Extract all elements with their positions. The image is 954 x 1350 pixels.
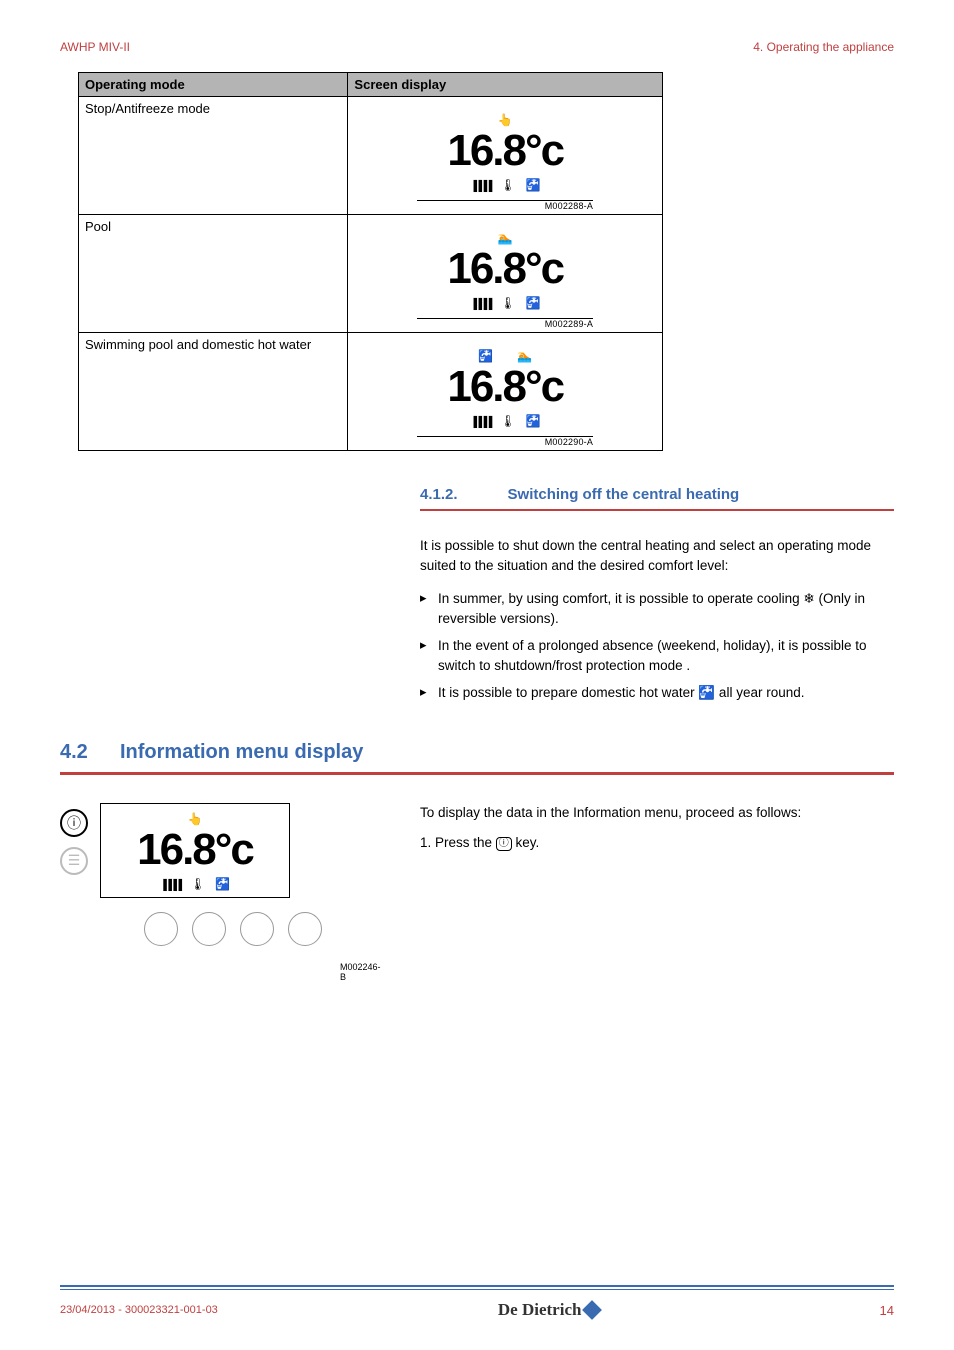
list-item: In the event of a prolonged absence (wee… bbox=[420, 636, 894, 675]
section-title: Information menu display bbox=[120, 741, 363, 764]
info-button-icon: ⓘ bbox=[60, 809, 88, 837]
page-footer: 23/04/2013 - 300023321-001-03 De Dietric… bbox=[60, 1285, 894, 1320]
tap-icon bbox=[215, 876, 230, 891]
brand-logo: De Dietrich bbox=[498, 1300, 600, 1320]
lcd-temperature: 16.8°c bbox=[447, 247, 563, 291]
section-intro: To display the data in the Information m… bbox=[420, 803, 801, 823]
mode-label: Pool bbox=[79, 215, 348, 333]
bars-icon bbox=[160, 876, 180, 891]
page-number: 14 bbox=[880, 1303, 894, 1318]
doc-model: AWHP MIV-II bbox=[60, 40, 130, 54]
hand-icon bbox=[188, 810, 203, 826]
table-row: Stop/Antifreeze mode 16.8°c M002 bbox=[79, 97, 663, 215]
image-reference: M002290-A bbox=[417, 436, 593, 447]
chapter-title: 4. Operating the appliance bbox=[753, 40, 894, 54]
list-item: It is possible to prepare domestic hot w… bbox=[420, 683, 894, 703]
lcd-temperature: 16.8°c bbox=[447, 365, 563, 409]
step-1: 1. Press the ⓘ key. bbox=[420, 833, 801, 853]
lcd-display: 16.8°c bbox=[417, 341, 593, 432]
thermometer-icon bbox=[500, 413, 515, 428]
table-row: Swimming pool and domestic hot water 16.… bbox=[79, 333, 663, 451]
panel-button-icon bbox=[144, 912, 178, 946]
menu-button-icon: ☰ bbox=[60, 847, 88, 875]
panel-button-icon bbox=[288, 912, 322, 946]
operating-modes-table: Operating mode Screen display Stop/Antif… bbox=[78, 72, 663, 451]
image-reference: M002288-A bbox=[417, 200, 593, 211]
thermometer-icon bbox=[190, 876, 205, 891]
tap-icon bbox=[526, 413, 541, 428]
lcd-display: 16.8°c bbox=[417, 223, 593, 314]
image-reference: M002289-A bbox=[417, 318, 593, 329]
doc-date-id: 23/04/2013 - 300023321-001-03 bbox=[60, 1304, 218, 1316]
lcd-temperature: 16.8°c bbox=[137, 828, 253, 872]
section-number: 4.2 bbox=[60, 741, 120, 764]
panel-button-icon bbox=[240, 912, 274, 946]
bars-icon bbox=[470, 413, 490, 428]
divider bbox=[420, 509, 894, 511]
bars-icon bbox=[470, 295, 490, 310]
mode-label: Stop/Antifreeze mode bbox=[79, 97, 348, 215]
thermometer-icon bbox=[500, 295, 515, 310]
diamond-icon bbox=[583, 1300, 603, 1320]
image-reference: M002246-B bbox=[340, 962, 380, 982]
lcd-temperature: 16.8°c bbox=[447, 129, 563, 173]
pool-icon bbox=[498, 229, 513, 245]
info-key-icon: ⓘ bbox=[496, 837, 512, 851]
tap-icon bbox=[526, 295, 541, 310]
panel-button-icon bbox=[192, 912, 226, 946]
control-panel-illustration: ⓘ ☰ 16.8°c bbox=[60, 803, 380, 982]
divider bbox=[60, 772, 894, 775]
list-item: In summer, by using comfort, it is possi… bbox=[420, 589, 894, 628]
table-row: Pool 16.8°c M002289-A bbox=[79, 215, 663, 333]
subsection-title: Switching off the central heating bbox=[508, 486, 740, 503]
tap-icon bbox=[478, 347, 493, 363]
tap-icon bbox=[526, 177, 541, 192]
thermometer-icon bbox=[500, 177, 515, 192]
mode-label: Swimming pool and domestic hot water bbox=[79, 333, 348, 451]
pool-icon bbox=[517, 347, 532, 363]
bars-icon bbox=[470, 177, 490, 192]
bullet-list: In summer, by using comfort, it is possi… bbox=[420, 589, 894, 703]
th-mode: Operating mode bbox=[79, 73, 348, 97]
th-display: Screen display bbox=[348, 73, 663, 97]
subsection-intro: It is possible to shut down the central … bbox=[420, 536, 894, 575]
subsection-number: 4.1.2. bbox=[420, 486, 458, 503]
hand-icon bbox=[498, 111, 513, 127]
lcd-display: 16.8°c bbox=[417, 105, 593, 196]
